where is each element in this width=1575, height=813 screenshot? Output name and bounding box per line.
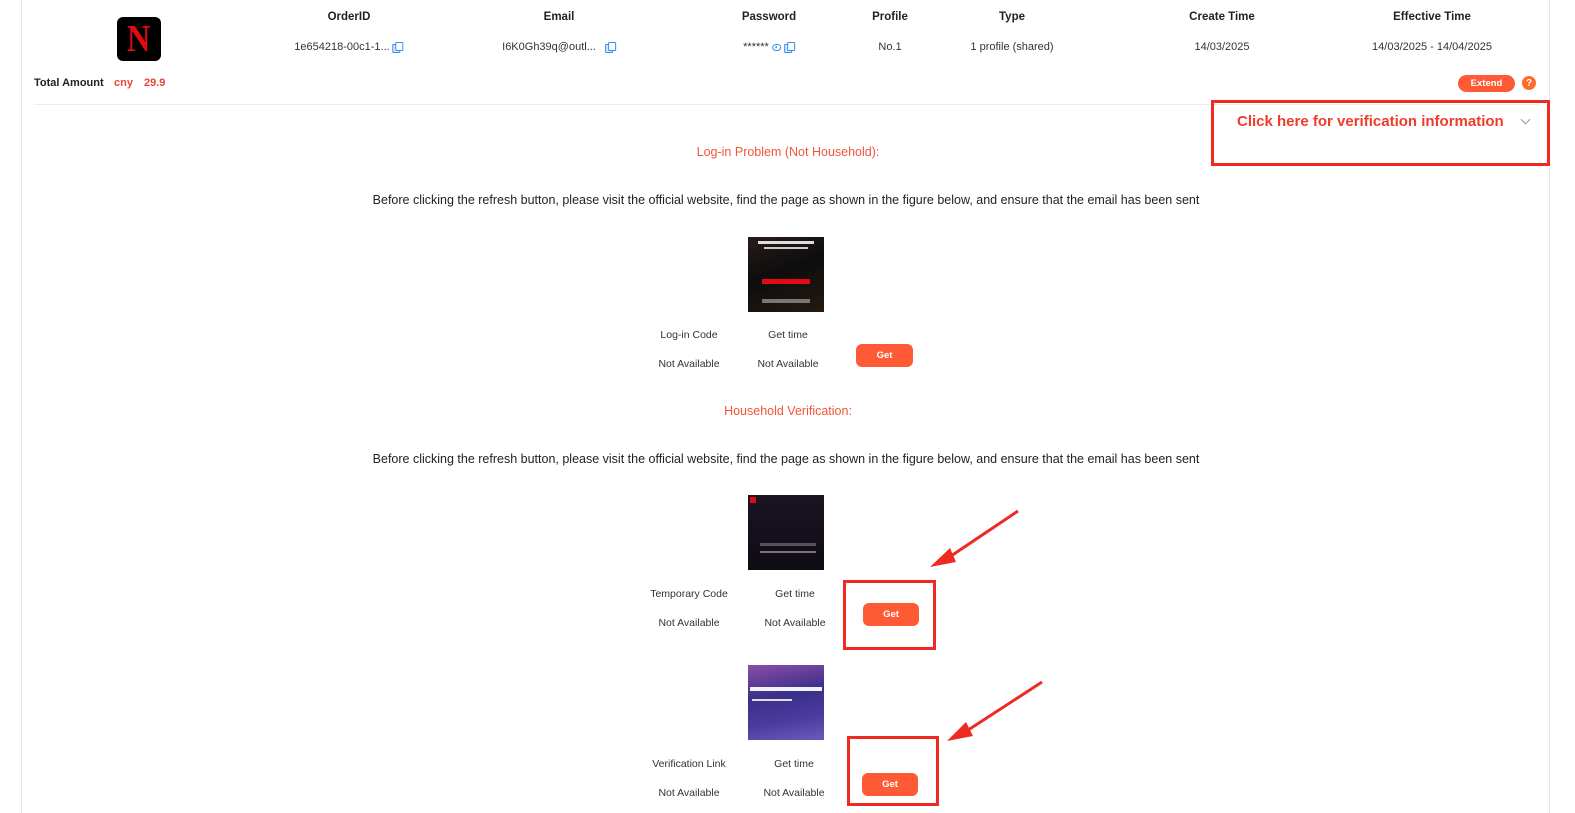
arrow-line bbox=[961, 680, 1043, 736]
arrow-head bbox=[947, 722, 973, 741]
arrow-head bbox=[930, 548, 956, 567]
arrow-line bbox=[944, 509, 1019, 562]
arrow-annotation-icon bbox=[930, 509, 1043, 741]
